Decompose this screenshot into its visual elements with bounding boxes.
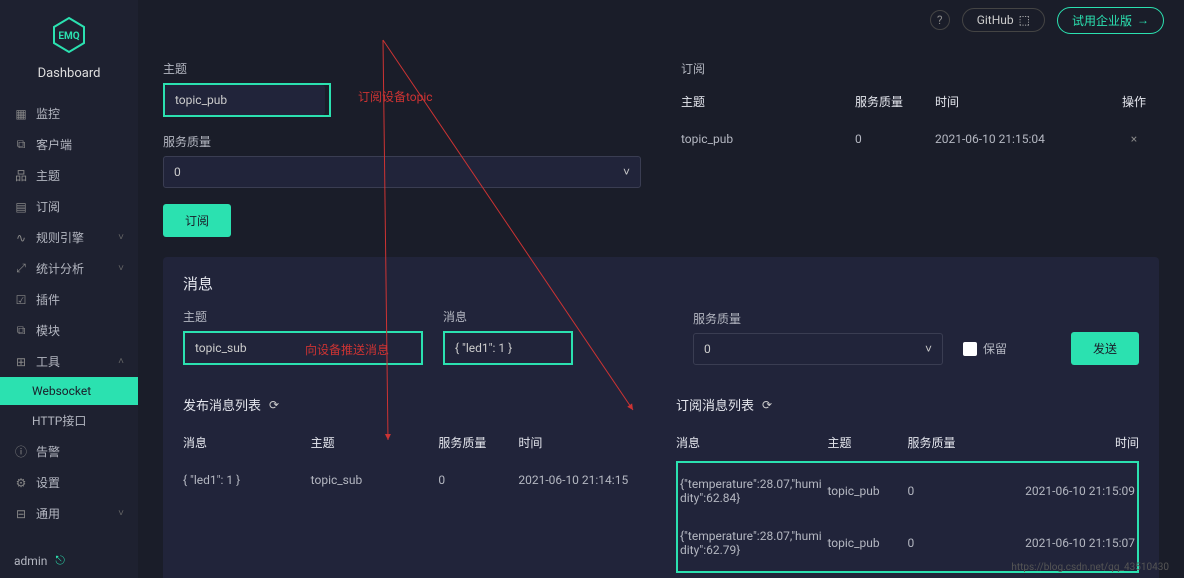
watermark: https://blog.csdn.net/qq_43510430 (1011, 562, 1169, 573)
publish-msg-input[interactable] (445, 333, 571, 363)
nav-http[interactable]: HTTP接口 (0, 405, 138, 436)
th-action: 操作 (1109, 93, 1159, 110)
subscribe-qos-select[interactable]: 0˅ (163, 156, 641, 188)
chevron-down-icon: ˅ (118, 508, 124, 519)
chart-icon: ⤢ (14, 262, 28, 276)
arrow-right-icon: → (1137, 13, 1149, 27)
receive-list-title: 订阅消息列表 (676, 395, 754, 414)
retain-checkbox[interactable] (963, 342, 977, 356)
github-icon: ⬚ (1019, 13, 1030, 27)
th-topic: 主题 (681, 93, 855, 110)
nav-plugins[interactable]: ☑插件 (0, 284, 138, 315)
svg-text:EMQ: EMQ (58, 31, 79, 42)
chevron-down-icon: ˅ (118, 232, 124, 243)
nav-rule-engine[interactable]: ∿规则引擎˅ (0, 222, 138, 253)
nav-subscriptions[interactable]: ▤订阅 (0, 191, 138, 222)
subscribe-button[interactable]: 订阅 (163, 204, 231, 237)
receive-row: {"temperature":28.07,"humidity":62.84} t… (680, 465, 1135, 517)
nav-topics[interactable]: 品主题 (0, 160, 138, 191)
refresh-icon[interactable]: ⟳ (269, 398, 279, 412)
module-icon: ⧉ (14, 324, 28, 338)
publish-topic-input[interactable] (185, 333, 285, 363)
emq-logo: EMQ (49, 15, 89, 55)
subscribe-topic-label: 主题 (163, 60, 641, 77)
gear-icon: ⚙ (14, 476, 28, 490)
publish-qos-label: 服务质量 (693, 310, 943, 327)
nav-analytics[interactable]: ⤢统计分析˅ (0, 253, 138, 284)
subscriptions-title: 订阅 (681, 60, 1159, 77)
chevron-up-icon: ˄ (118, 356, 124, 367)
nav-monitor[interactable]: ▦监控 (0, 98, 138, 129)
retain-label: 保留 (983, 340, 1007, 357)
plugin-icon: ☑ (14, 293, 28, 307)
publish-topic-label: 主题 (183, 308, 423, 325)
nav-websocket[interactable]: Websocket (0, 377, 138, 405)
subscribe-topic-input[interactable] (165, 85, 325, 115)
unsubscribe-button[interactable]: × (1131, 132, 1137, 146)
dashboard-title: Dashboard (0, 66, 138, 81)
publish-msg-label: 消息 (443, 308, 573, 325)
nav-general[interactable]: ⊟通用˅ (0, 498, 138, 529)
annotation-subscribe: 订阅设备topic (358, 88, 433, 105)
alarm-icon: ⓘ (14, 445, 28, 459)
tools-icon: ⊞ (14, 355, 28, 369)
help-icon[interactable]: ? (930, 10, 950, 30)
publish-list-title: 发布消息列表 (183, 395, 261, 414)
clients-icon: ⧉ (14, 138, 28, 152)
subscription-row: topic_pub 0 2021-06-10 21:15:04 × (681, 120, 1159, 158)
topics-icon: 品 (14, 169, 28, 183)
nav-settings[interactable]: ⚙设置 (0, 467, 138, 498)
refresh-icon[interactable]: ⟳ (762, 398, 772, 412)
rule-icon: ∿ (14, 231, 28, 245)
publish-row: { "led1": 1 } topic_sub 0 2021-06-10 21:… (183, 461, 646, 499)
th-qos: 服务质量 (855, 93, 935, 110)
main-content: 主题 订阅设备topic 服务质量 0˅ 订阅 订阅 主题 服务质量 时间 (138, 0, 1184, 578)
general-icon: ⊟ (14, 507, 28, 521)
sidebar: EMQ Dashboard ▦监控 ⧉客户端 品主题 ▤订阅 ∿规则引擎˅ ⤢统… (0, 0, 138, 578)
chevron-down-icon: ˅ (925, 342, 932, 356)
logout-icon[interactable]: ⎋ (55, 553, 65, 568)
chevron-down-icon: ˅ (118, 263, 124, 274)
th-time: 时间 (935, 93, 1109, 110)
nav-tools[interactable]: ⊞工具˄ (0, 346, 138, 377)
chevron-down-icon: ˅ (623, 165, 630, 179)
subscribe-qos-label: 服务质量 (163, 133, 641, 150)
github-button[interactable]: GitHub⬚ (962, 8, 1045, 32)
nav-modules[interactable]: ⧉模块 (0, 315, 138, 346)
send-button[interactable]: 发送 (1071, 332, 1139, 365)
current-user: admin (14, 554, 47, 568)
monitor-icon: ▦ (14, 107, 28, 121)
messages-title: 消息 (183, 273, 1139, 294)
trial-button[interactable]: 试用企业版→ (1057, 7, 1164, 34)
subscribe-icon: ▤ (14, 200, 28, 214)
publish-qos-select[interactable]: 0˅ (693, 333, 943, 365)
annotation-publish: 向设备推送消息 (305, 341, 389, 358)
nav-alarm[interactable]: ⓘ告警 (0, 436, 138, 467)
nav-clients[interactable]: ⧉客户端 (0, 129, 138, 160)
